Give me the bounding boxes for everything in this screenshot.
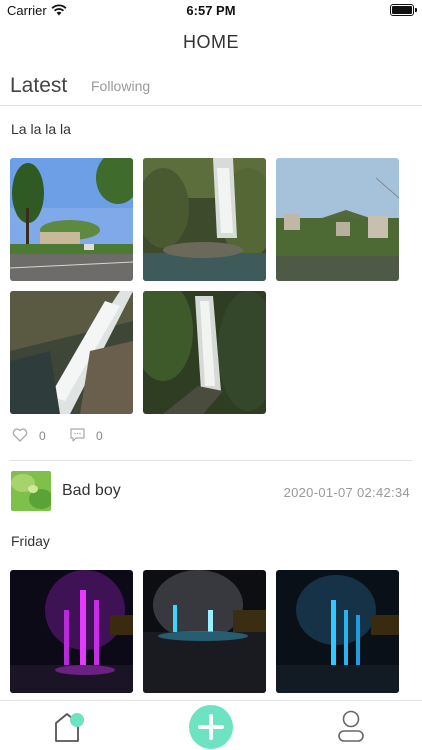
rock-waterfall-photo[interactable] bbox=[10, 291, 133, 414]
post-text: Friday bbox=[11, 533, 50, 549]
blue-fountain-photo[interactable] bbox=[276, 570, 399, 693]
feed-tabs: Latest Following bbox=[0, 70, 422, 106]
feed-list[interactable]: La la la la 0 0 Bad boy 2020-01-07 02:42… bbox=[0, 107, 422, 700]
blue-white-fountain-photo[interactable] bbox=[143, 570, 266, 693]
page-title: HOME bbox=[183, 32, 239, 52]
avatar[interactable] bbox=[11, 471, 51, 511]
forest-waterfall-photo[interactable] bbox=[143, 291, 266, 414]
status-bar: Carrier 6:57 PM bbox=[0, 0, 422, 22]
tab-latest[interactable]: Latest bbox=[10, 74, 67, 98]
street-trees-photo[interactable] bbox=[10, 158, 133, 281]
status-time: 6:57 PM bbox=[186, 3, 236, 18]
heart-icon[interactable] bbox=[12, 428, 28, 442]
purple-fountain-photo[interactable] bbox=[10, 570, 133, 693]
battery-icon bbox=[390, 4, 417, 16]
post-timestamp: 2020-01-07 02:42:34 bbox=[283, 485, 410, 500]
post-text: La la la la bbox=[11, 121, 71, 137]
comment-icon[interactable] bbox=[70, 428, 85, 442]
post-divider bbox=[10, 460, 412, 461]
comment-count: 0 bbox=[96, 429, 103, 443]
waterfall-photo[interactable] bbox=[143, 158, 266, 281]
tab-following[interactable]: Following bbox=[91, 78, 150, 94]
lake-village-photo[interactable] bbox=[276, 158, 399, 281]
bottom-tab-bar bbox=[0, 700, 422, 750]
add-post-button[interactable] bbox=[189, 705, 233, 749]
home-icon[interactable] bbox=[52, 709, 86, 743]
profile-icon[interactable] bbox=[337, 709, 365, 743]
username[interactable]: Bad boy bbox=[62, 482, 121, 500]
like-count: 0 bbox=[39, 429, 46, 443]
